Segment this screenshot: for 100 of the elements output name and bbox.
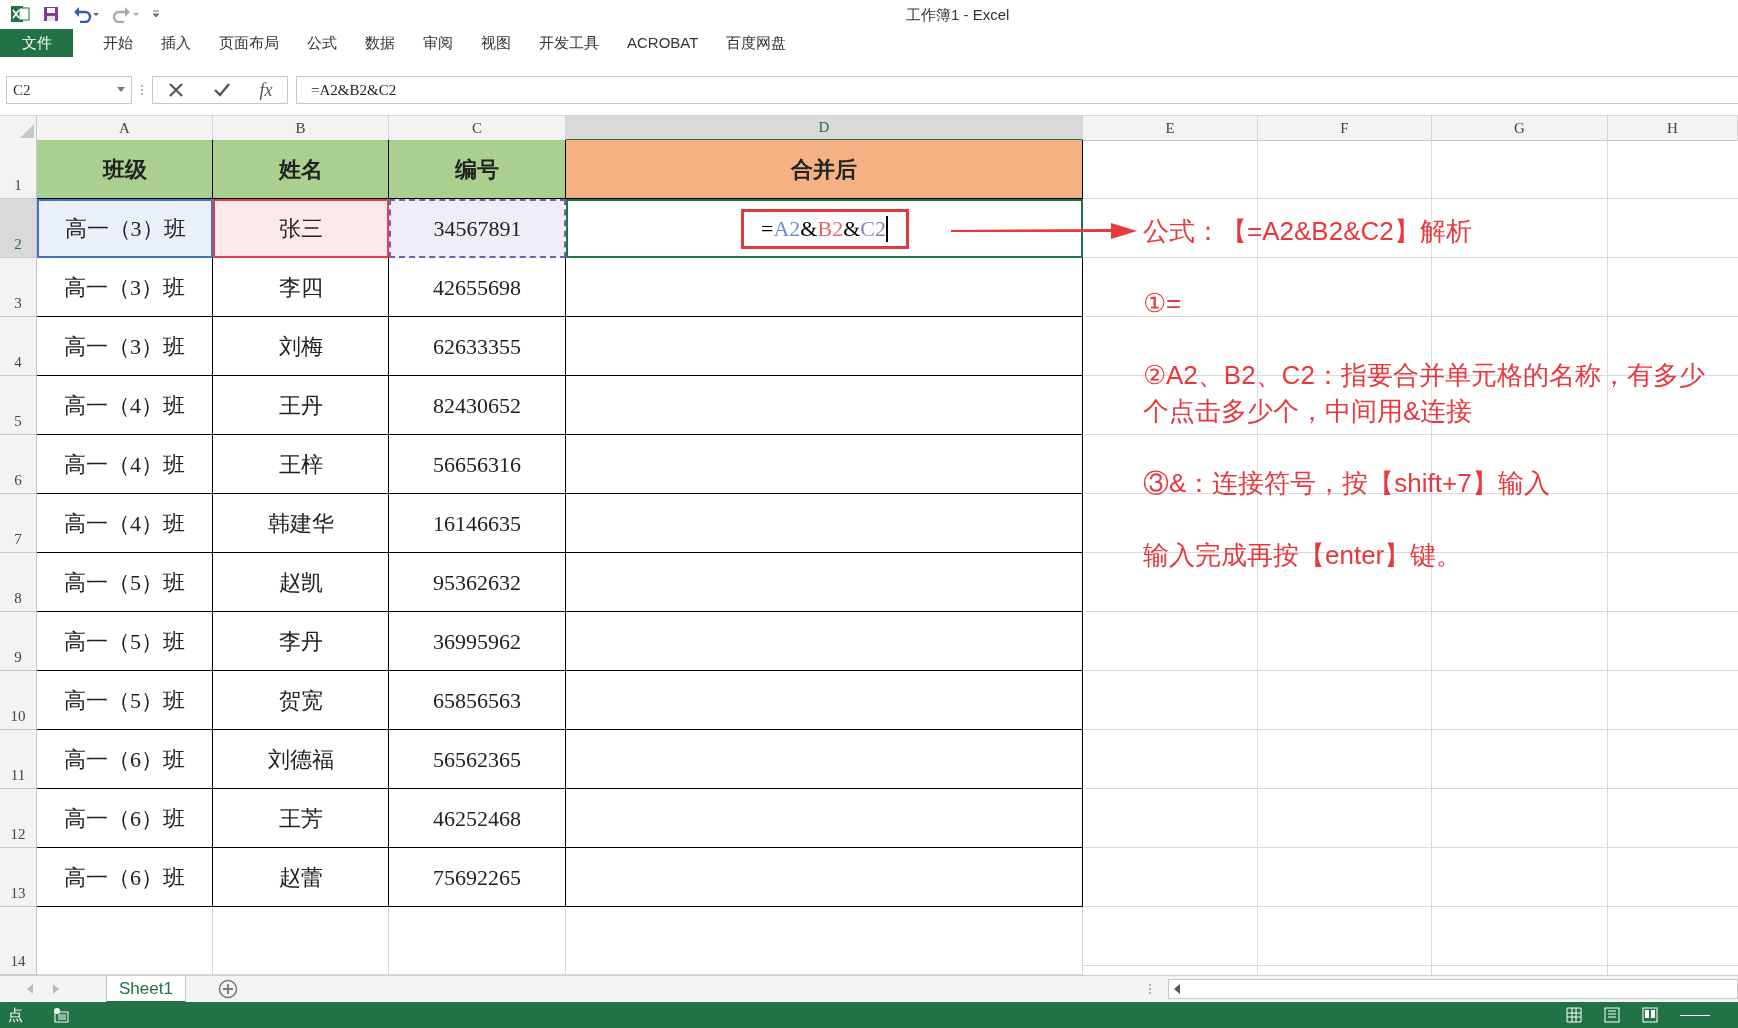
annotation-text: 公式：【=A2&B2&C2】解析 xyxy=(1143,215,1473,248)
name-box[interactable]: C2 xyxy=(6,76,132,104)
checkmark-icon[interactable] xyxy=(212,82,231,98)
formula-bar[interactable]: =A2&B2&C2 xyxy=(296,76,1738,104)
table-cell: 高一（3）班 xyxy=(37,317,213,376)
row-header[interactable]: 2 xyxy=(0,199,37,258)
table-cell: 贺宽 xyxy=(213,671,389,730)
ribbon-tab[interactable]: ACROBAT xyxy=(613,29,713,57)
redo-icon[interactable] xyxy=(112,5,140,23)
table-cell: 42655698 xyxy=(389,258,566,317)
row-header[interactable]: 13 xyxy=(0,848,37,907)
normal-view-icon[interactable] xyxy=(1566,1007,1582,1023)
table-cell: 高一（4）班 xyxy=(37,435,213,494)
table-cell: 95362632 xyxy=(389,553,566,612)
column-header[interactable]: E xyxy=(1083,116,1258,141)
table-cell: 36995962 xyxy=(389,612,566,671)
splitter-handle-icon[interactable] xyxy=(1148,983,1152,995)
formula-part: = xyxy=(761,215,774,243)
annotation-text: ③&：连接符号，按【shift+7】输入 xyxy=(1143,467,1551,500)
row-header[interactable]: 1 xyxy=(0,140,37,199)
column-header[interactable]: B xyxy=(213,116,389,141)
insert-function-button[interactable]: fx xyxy=(259,76,273,104)
row-header[interactable]: 7 xyxy=(0,494,37,553)
row-header[interactable]: 11 xyxy=(0,730,37,789)
header-cell: 班级 xyxy=(37,140,213,199)
name-box-value: C2 xyxy=(13,80,31,100)
table-cell: 56562365 xyxy=(389,730,566,789)
formula-edit-field[interactable]: =A2&B2&C2 xyxy=(740,208,909,249)
row-header[interactable]: 3 xyxy=(0,258,37,317)
horizontal-scrollbar[interactable] xyxy=(1168,979,1738,999)
column-header[interactable]: D xyxy=(566,116,1083,141)
cancel-icon[interactable] xyxy=(167,82,184,98)
text-cursor xyxy=(885,215,888,242)
page-break-view-icon[interactable] xyxy=(1642,1007,1658,1023)
table-cell: 刘梅 xyxy=(213,317,389,376)
table-cell: 62633355 xyxy=(389,317,566,376)
ribbon-tab[interactable]: 审阅 xyxy=(409,29,467,57)
save-icon[interactable] xyxy=(42,5,60,23)
formula-part: A2 xyxy=(773,215,801,243)
customize-toolbar-icon[interactable] xyxy=(152,9,160,19)
table-cell: 高一（5）班 xyxy=(37,553,213,612)
table-cell: 李四 xyxy=(213,258,389,317)
table-cell: 高一（4）班 xyxy=(37,494,213,553)
row-header[interactable]: 4 xyxy=(0,317,37,376)
row-header[interactable]: 8 xyxy=(0,553,37,612)
column-header[interactable]: G xyxy=(1432,116,1608,141)
table-cell: 65856563 xyxy=(389,671,566,730)
table-cell: 高一（6）班 xyxy=(37,789,213,848)
table-cell: 王丹 xyxy=(213,376,389,435)
window-title: 工作簿1 - Excel xyxy=(906,5,1010,25)
table-cell: 李丹 xyxy=(213,612,389,671)
ribbon-tab[interactable]: 开始 xyxy=(89,29,147,57)
splitter-handle-icon[interactable] xyxy=(140,84,144,96)
annotation-text: 输入完成再按【enter】键。 xyxy=(1143,539,1464,572)
table-cell: 16146635 xyxy=(389,494,566,553)
row-header[interactable]: 12 xyxy=(0,789,37,848)
referenced-cell[interactable]: 34567891 xyxy=(389,199,566,258)
page-layout-icon[interactable] xyxy=(1604,1007,1620,1023)
table-cell: 高一（6）班 xyxy=(37,848,213,907)
ribbon-tab[interactable]: 插入 xyxy=(147,29,205,57)
annotation-text: ①= xyxy=(1143,287,1183,320)
referenced-cell[interactable]: 张三 xyxy=(213,199,389,258)
add-sheet-icon[interactable] xyxy=(217,979,238,999)
referenced-cell[interactable]: 高一（3）班 xyxy=(37,199,213,258)
sheet-tab[interactable]: Sheet1 xyxy=(106,976,186,1003)
table-cell: 赵凯 xyxy=(213,553,389,612)
table-cell: 韩建华 xyxy=(213,494,389,553)
column-header[interactable]: F xyxy=(1258,116,1432,141)
formula-part: C2 xyxy=(860,215,886,243)
formula-part: & xyxy=(843,215,861,243)
row-header[interactable]: 6 xyxy=(0,435,37,494)
excel-logo-icon[interactable] xyxy=(10,4,30,24)
table-cell: 高一（5）班 xyxy=(37,612,213,671)
active-cell[interactable]: =A2&B2&C2 xyxy=(566,199,1083,258)
table-cell: 75692265 xyxy=(389,848,566,907)
ribbon-tab[interactable]: 页面布局 xyxy=(205,29,293,57)
row-header[interactable]: 5 xyxy=(0,376,37,435)
column-header[interactable]: C xyxy=(389,116,566,141)
ribbon-tab[interactable]: 数据 xyxy=(351,29,409,57)
table-cell: 46252468 xyxy=(389,789,566,848)
file-tab[interactable]: 文件 xyxy=(0,29,73,57)
table-cell: 82430652 xyxy=(389,376,566,435)
dropdown-caret-icon[interactable] xyxy=(117,87,125,93)
macro-record-icon[interactable] xyxy=(53,1007,69,1023)
table-cell: 赵蕾 xyxy=(213,848,389,907)
status-text: 点 xyxy=(8,1004,23,1025)
header-cell: 合并后 xyxy=(566,140,1083,199)
table-cell: 高一（5）班 xyxy=(37,671,213,730)
ribbon-tab[interactable]: 开发工具 xyxy=(525,29,613,57)
ribbon-tab[interactable]: 公式 xyxy=(293,29,351,57)
row-header[interactable]: 10 xyxy=(0,671,37,730)
undo-icon[interactable] xyxy=(72,5,100,23)
ribbon-tab[interactable]: 百度网盘 xyxy=(712,29,801,57)
annotation-text: ②A2、B2、C2：指要合并单元格的名称，有多少个点击多少个，中间用&连接 xyxy=(1143,359,1706,428)
row-header[interactable]: 14 xyxy=(0,907,37,975)
column-header[interactable]: A xyxy=(37,116,213,141)
column-header[interactable]: H xyxy=(1608,116,1738,141)
row-header[interactable]: 9 xyxy=(0,612,37,671)
ribbon-tab[interactable]: 视图 xyxy=(467,29,525,57)
scroll-left-icon[interactable] xyxy=(1173,983,1181,995)
